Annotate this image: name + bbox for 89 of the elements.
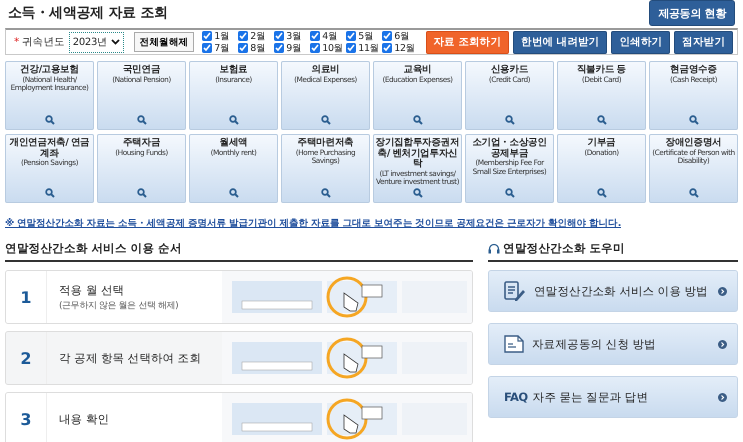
card-title: 현금영수증: [670, 65, 717, 76]
card-title: 개인연금저축/ 연금계좌: [8, 138, 90, 159]
help-link[interactable]: 자료제공동의 신청 방법: [488, 323, 738, 365]
month-checkbox[interactable]: [310, 43, 320, 53]
arrow-circle-icon: [718, 286, 727, 296]
month-checkbox[interactable]: [274, 43, 284, 53]
clear-months-button[interactable]: 전체월해제: [134, 32, 194, 52]
search-icon: [44, 115, 54, 125]
search-icon: [228, 115, 238, 125]
card-title: 신용카드: [490, 65, 528, 76]
link-label: 연말정산간소화 서비스 이용 방법: [534, 284, 708, 298]
month-label: 9월: [286, 42, 302, 54]
form-pen-icon: [504, 281, 526, 301]
card-title: 직불카드 등: [576, 65, 626, 76]
card-title: 주택자금: [122, 138, 160, 148]
month-label: 6월: [394, 30, 410, 42]
help-link[interactable]: 연말정산간소화 서비스 이용 방법: [488, 270, 738, 312]
consent-status-button[interactable]: 제공동의 현황: [649, 0, 735, 26]
required-mark: *: [14, 36, 19, 48]
search-icon: [688, 188, 698, 198]
year-select[interactable]: 2023년: [68, 32, 124, 52]
card-title: 소기업・소상공인 공제부금: [471, 138, 548, 159]
search-icon: [596, 115, 606, 125]
year-label: 귀속년도: [22, 36, 65, 48]
card-title: 보험료: [220, 65, 248, 76]
step-note: (근무하지 않은 월은 선택 해제): [59, 300, 180, 312]
search-icon: [504, 115, 514, 125]
search-icon: [504, 188, 514, 198]
notice-link[interactable]: ※ 연말정산간소화 자료는 소득・세액공제 증명서류 발급기관이 제출한 자료를 그대로 보여주는 것이므로 공제요건은 근로자가 확인해야 합니다.: [5, 218, 621, 229]
month-label: 12월: [394, 42, 416, 54]
month-label: 4월: [322, 30, 338, 42]
month-checkbox[interactable]: [346, 43, 356, 53]
step-number: 2: [6, 332, 47, 384]
card-title: 건강/고용보험: [20, 65, 79, 76]
search-icon: [320, 188, 330, 198]
dropdown-icon: [110, 39, 120, 45]
card-title: 의료비: [312, 65, 340, 76]
link-label: 자료제공동의 신청 방법: [532, 336, 656, 352]
card-title: 국민연금: [122, 65, 160, 76]
card-title: 월세액: [220, 138, 248, 148]
month-label: 10월: [322, 42, 344, 54]
card-title: 장애인증명서: [666, 138, 722, 148]
month-checkbox[interactable]: [238, 43, 248, 53]
search-icon: [136, 188, 146, 198]
help-link[interactable]: FAQ 자주 묻는 질문과 답변: [488, 376, 738, 418]
step-title: 내용 확인: [59, 412, 110, 426]
headset-icon: [488, 242, 500, 254]
month-checkbox[interactable]: [274, 31, 284, 41]
month-label: 5월: [358, 30, 374, 42]
search-icon: [412, 188, 422, 198]
action-button[interactable]: 인쇄하기: [611, 30, 670, 54]
search-icon: [320, 115, 330, 125]
card-title: 주택마련저축: [298, 138, 354, 148]
link-label: 자주 묻는 질문과 답변: [532, 390, 648, 404]
search-icon: [412, 115, 422, 125]
section-title: 연말정산간소화 서비스 이용 순서: [5, 240, 183, 256]
step-title: 적용 월 선택: [59, 282, 126, 298]
action-button[interactable]: 점자받기: [674, 30, 733, 54]
action-button[interactable]: 한번에 내려받기: [513, 30, 608, 54]
month-label: 3월: [286, 30, 302, 42]
search-icon: [596, 188, 606, 198]
month-label: 8월: [250, 42, 266, 54]
search-icon: [136, 115, 146, 125]
month-checkbox[interactable]: [202, 31, 212, 41]
month-checkbox[interactable]: [346, 31, 356, 41]
faq-label: FAQ: [504, 390, 528, 404]
page-title: 소득・세액공제 자료 조회: [8, 4, 168, 22]
month-checkbox[interactable]: [238, 31, 248, 41]
month-checkbox[interactable]: [382, 31, 392, 41]
month-label: 7월: [214, 42, 230, 54]
step-number: 1: [6, 271, 47, 323]
step-title: 각 공제 항목 선택하여 조회: [59, 350, 202, 366]
card-title: 기부금: [588, 138, 616, 148]
search-icon: [44, 188, 54, 198]
search-icon: [228, 188, 238, 198]
month-label: 1월: [214, 30, 230, 42]
month-checkbox[interactable]: [202, 43, 212, 53]
document-icon: [504, 335, 524, 353]
search-icon: [688, 115, 698, 125]
arrow-circle-icon: [718, 340, 727, 348]
month-checkbox[interactable]: [382, 43, 392, 53]
month-checkbox[interactable]: [310, 31, 320, 41]
month-label: 11월: [358, 42, 380, 54]
section-title: 연말정산간소화 도우미: [503, 240, 625, 256]
card-title: 교육비: [404, 65, 432, 76]
arrow-circle-icon: [718, 392, 727, 402]
month-label: 2월: [250, 30, 266, 42]
card-title: 장기집합투자증권저축/ 벤처기업투자신탁: [375, 138, 460, 170]
step-number: 3: [6, 393, 47, 442]
